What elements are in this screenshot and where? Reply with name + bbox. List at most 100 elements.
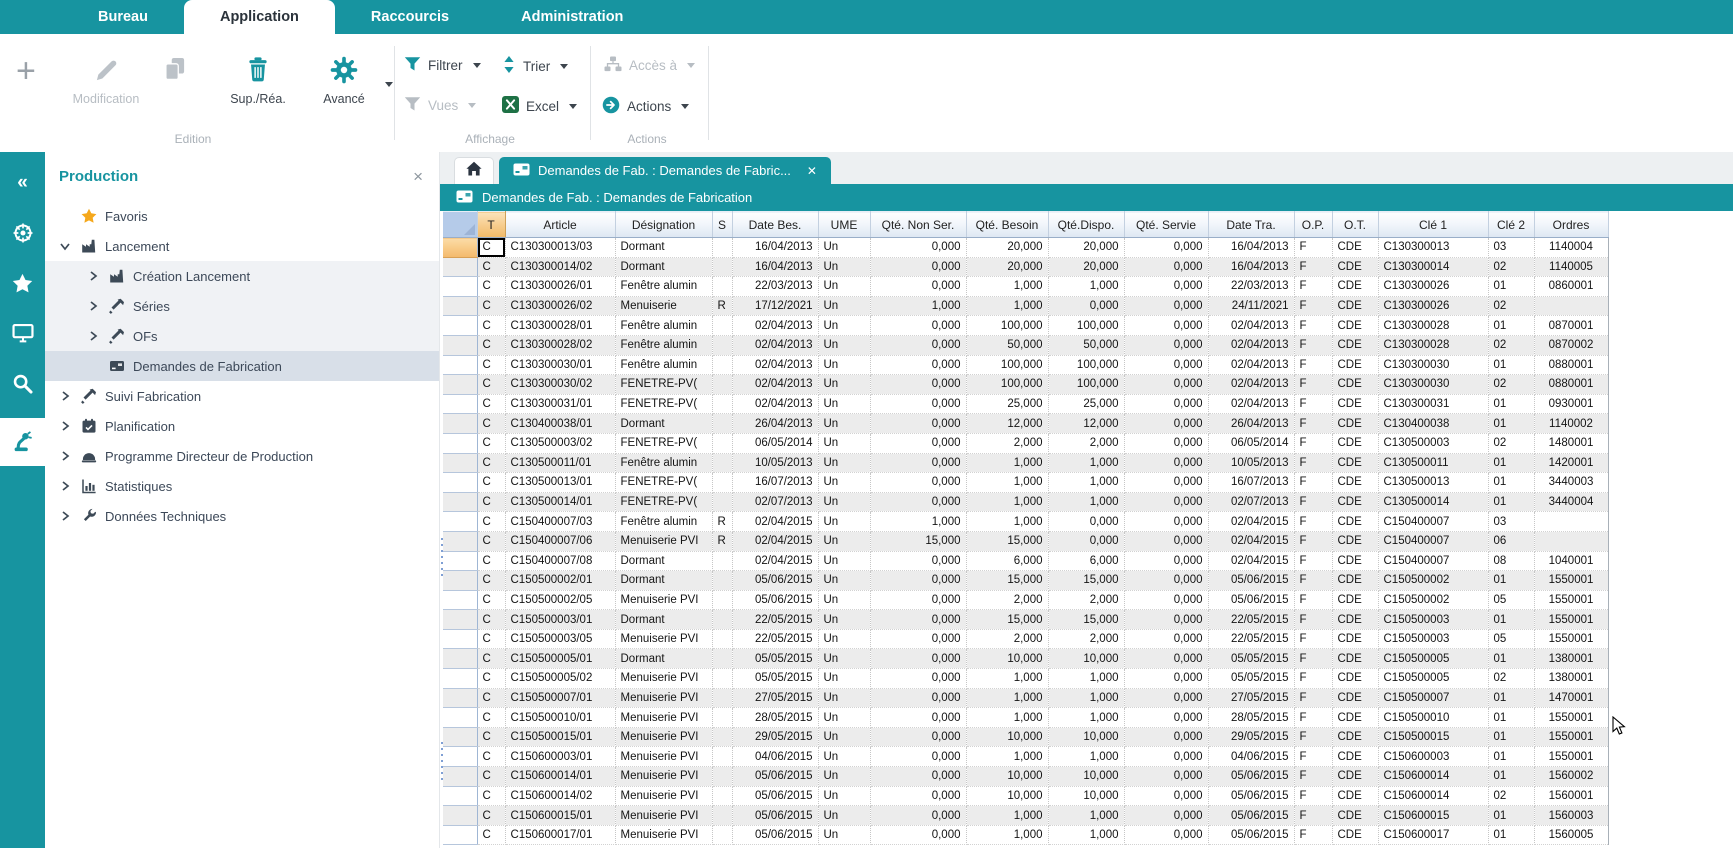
cell-designation[interactable]: FENETRE-PV( <box>615 473 712 493</box>
cell-op[interactable]: F <box>1294 649 1332 669</box>
cell-qte_servie[interactable]: 0,000 <box>1124 414 1208 434</box>
table-row[interactable]: CC130500013/01FENETRE-PV(16/07/2013Un0,0… <box>443 473 1608 493</box>
cell-ordres[interactable] <box>1534 296 1608 316</box>
cell-qte_dispo[interactable]: 1,000 <box>1048 473 1124 493</box>
cell-cle2[interactable]: 01 <box>1488 747 1534 767</box>
cell-date_tra[interactable]: 05/06/2015 <box>1208 767 1294 787</box>
cell-qte_dispo[interactable]: 20,000 <box>1048 238 1124 258</box>
cell-article[interactable]: C150600017/01 <box>505 825 615 845</box>
cell-qte_servie[interactable]: 0,000 <box>1124 316 1208 336</box>
cell-article[interactable]: C150500003/01 <box>505 610 615 630</box>
cell-qte_servie[interactable]: 0,000 <box>1124 473 1208 493</box>
row-selector[interactable] <box>443 629 477 649</box>
cell-article[interactable]: C130300026/02 <box>505 296 615 316</box>
cell-op[interactable]: F <box>1294 433 1332 453</box>
cell-designation[interactable]: Menuiserie PVI <box>615 806 712 826</box>
cell-qte_besoin[interactable]: 10,000 <box>966 767 1048 787</box>
cell-ordres[interactable]: 1140005 <box>1534 257 1608 277</box>
collapse-icon[interactable]: « <box>0 164 45 202</box>
cell-qte_servie[interactable]: 0,000 <box>1124 708 1208 728</box>
cell-ume[interactable]: Un <box>818 375 870 395</box>
cell-article[interactable]: C150600015/01 <box>505 806 615 826</box>
column-header-article[interactable]: Article <box>505 212 615 238</box>
cell-qte_non_ser[interactable]: 0,000 <box>870 786 966 806</box>
cell-date_bes[interactable]: 02/04/2015 <box>732 551 818 571</box>
cell-ot[interactable]: CDE <box>1332 492 1378 512</box>
table-row[interactable]: CC150500005/02Menuiserie PVI05/05/2015Un… <box>443 669 1608 689</box>
table-row[interactable]: CC150400007/08Dormant02/04/2015Un0,0006,… <box>443 551 1608 571</box>
cell-cle1[interactable]: C150500005 <box>1378 649 1488 669</box>
cell-date_tra[interactable]: 16/04/2013 <box>1208 238 1294 258</box>
cell-ume[interactable]: Un <box>818 649 870 669</box>
cell-ot[interactable]: CDE <box>1332 296 1378 316</box>
tab-close-icon[interactable]: ✕ <box>807 164 817 178</box>
column-header-date_bes[interactable]: Date Bes. <box>732 212 818 238</box>
select-all-corner[interactable] <box>443 212 477 238</box>
row-selector[interactable] <box>443 590 477 610</box>
cell-designation[interactable]: Dormant <box>615 238 712 258</box>
cell-article[interactable]: C130500013/01 <box>505 473 615 493</box>
cell-ordres[interactable]: 1470001 <box>1534 688 1608 708</box>
cell-designation[interactable]: FENETRE-PV( <box>615 433 712 453</box>
tree-item-suivi-fabrication[interactable]: Suivi Fabrication <box>45 381 439 411</box>
row-selector[interactable] <box>443 531 477 551</box>
cell-op[interactable]: F <box>1294 257 1332 277</box>
cell-ot[interactable]: CDE <box>1332 453 1378 473</box>
cell-qte_besoin[interactable]: 15,000 <box>966 610 1048 630</box>
cell-qte_non_ser[interactable]: 0,000 <box>870 473 966 493</box>
cell-cle2[interactable]: 01 <box>1488 492 1534 512</box>
search-icon[interactable] <box>0 364 45 402</box>
cell-qte_servie[interactable]: 0,000 <box>1124 277 1208 297</box>
cell-designation[interactable]: FENETRE-PV( <box>615 394 712 414</box>
cell-op[interactable]: F <box>1294 492 1332 512</box>
table-row[interactable]: CC130300026/02MenuiserieR17/12/2021Un1,0… <box>443 296 1608 316</box>
cell-t[interactable]: C <box>477 492 505 512</box>
cell-date_tra[interactable]: 05/06/2015 <box>1208 825 1294 845</box>
cell-article[interactable]: C130300031/01 <box>505 394 615 414</box>
row-selector[interactable] <box>443 394 477 414</box>
cell-qte_dispo[interactable]: 15,000 <box>1048 610 1124 630</box>
cell-date_tra[interactable]: 22/03/2013 <box>1208 277 1294 297</box>
tree-item-cr-ation-lancement[interactable]: Création Lancement <box>45 261 439 291</box>
cell-qte_dispo[interactable]: 10,000 <box>1048 767 1124 787</box>
cell-ot[interactable]: CDE <box>1332 355 1378 375</box>
cell-article[interactable]: C150400007/08 <box>505 551 615 571</box>
tree-item-programme-directeur-de-production[interactable]: Programme Directeur de Production <box>45 441 439 471</box>
cell-ordres[interactable]: 1380001 <box>1534 649 1608 669</box>
cell-qte_servie[interactable]: 0,000 <box>1124 453 1208 473</box>
cell-s[interactable] <box>712 238 732 258</box>
cell-s[interactable] <box>712 433 732 453</box>
cell-t[interactable]: C <box>477 355 505 375</box>
cell-ordres[interactable]: 1550001 <box>1534 629 1608 649</box>
cell-s[interactable] <box>712 806 732 826</box>
cell-qte_servie[interactable]: 0,000 <box>1124 257 1208 277</box>
cell-t[interactable]: C <box>477 277 505 297</box>
cell-qte_servie[interactable]: 0,000 <box>1124 394 1208 414</box>
cell-ot[interactable]: CDE <box>1332 433 1378 453</box>
cell-cle2[interactable]: 01 <box>1488 473 1534 493</box>
row-selector[interactable] <box>443 571 477 591</box>
cell-qte_besoin[interactable]: 15,000 <box>966 571 1048 591</box>
cell-date_tra[interactable]: 02/04/2015 <box>1208 531 1294 551</box>
cell-op[interactable]: F <box>1294 316 1332 336</box>
cell-s[interactable] <box>712 394 732 414</box>
cell-designation[interactable]: Menuiserie PVI <box>615 747 712 767</box>
cell-ordres[interactable]: 3440004 <box>1534 492 1608 512</box>
cell-cle1[interactable]: C150500010 <box>1378 708 1488 728</box>
active-document-tab[interactable]: Demandes de Fab. : Demandes de Fabric...… <box>499 157 831 184</box>
cell-ot[interactable]: CDE <box>1332 786 1378 806</box>
cell-t[interactable]: C <box>477 512 505 532</box>
cell-cle1[interactable]: C130300014 <box>1378 257 1488 277</box>
cell-date_bes[interactable]: 02/04/2013 <box>732 375 818 395</box>
row-selector[interactable] <box>443 492 477 512</box>
cell-ordres[interactable]: 0880001 <box>1534 375 1608 395</box>
table-row[interactable]: CC130500003/02FENETRE-PV(06/05/2014Un0,0… <box>443 433 1608 453</box>
cell-date_tra[interactable]: 02/04/2013 <box>1208 316 1294 336</box>
cell-s[interactable]: R <box>712 296 732 316</box>
cell-qte_servie[interactable]: 0,000 <box>1124 571 1208 591</box>
cell-ordres[interactable]: 1560001 <box>1534 786 1608 806</box>
cell-s[interactable] <box>712 414 732 434</box>
cell-op[interactable]: F <box>1294 414 1332 434</box>
table-row[interactable]: CC150500003/05Menuiserie PVI22/05/2015Un… <box>443 629 1608 649</box>
cell-designation[interactable]: FENETRE-PV( <box>615 375 712 395</box>
